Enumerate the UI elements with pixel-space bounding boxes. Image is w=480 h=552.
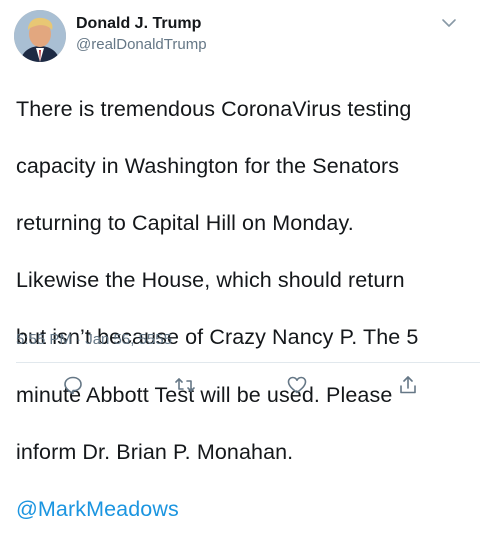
tweet-text-line: returning to Capital Hill on Monday. <box>16 210 354 235</box>
tweet-text: There is tremendous CoronaVirus testing … <box>16 66 474 552</box>
author-block: Donald J. Trump @realDonaldTrump <box>76 14 207 55</box>
reply-icon[interactable] <box>62 374 84 396</box>
avatar-image <box>14 10 66 62</box>
tweet-text-line: capacity in Washington for the Senators <box>16 153 400 178</box>
heart-icon[interactable] <box>286 374 308 396</box>
author-handle[interactable]: @realDonaldTrump <box>76 35 207 55</box>
share-icon[interactable] <box>397 374 419 396</box>
retweet-icon[interactable] <box>174 374 196 396</box>
tweet-timestamp[interactable]: 5:55 PM · Jan 55, 5555 <box>16 331 172 348</box>
tweet-text-line: inform Dr. Brian P. Monahan. <box>16 439 294 464</box>
tweet-text-line: Likewise the House, which should return <box>16 268 405 293</box>
tweet-card: Donald J. Trump @realDonaldTrump There i… <box>0 0 480 521</box>
author-display-name[interactable]: Donald J. Trump <box>76 14 207 34</box>
divider <box>16 362 480 363</box>
avatar[interactable] <box>14 10 66 62</box>
action-bar <box>0 374 480 398</box>
tweet-text-line: There is tremendous CoronaVirus testing <box>16 96 412 121</box>
chevron-down-icon[interactable] <box>440 14 458 32</box>
mention-link[interactable]: @MarkMeadows <box>16 495 474 524</box>
